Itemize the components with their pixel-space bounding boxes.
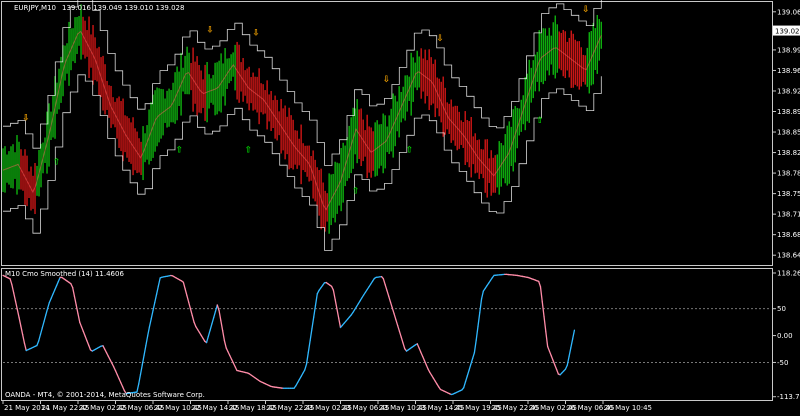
price-tick-label: 138.995 [777, 46, 800, 54]
price-tick-label: 138.925 [777, 87, 800, 95]
price-tick-label: 138.855 [777, 129, 800, 137]
indicator-pane-frame [2, 269, 773, 401]
indicator-title: M10 Cmo Smoothed (14) 11.4606 [5, 270, 124, 278]
sell-arrow-icon: ⇩ [252, 28, 260, 38]
indicator-tick-label: -113.7648 [777, 393, 800, 401]
indicator-tick-label: 118.2693 [777, 270, 800, 278]
price-tick-label: 138.960 [777, 67, 800, 75]
sell-arrow-icon: ⇩ [582, 5, 590, 15]
chart-canvas[interactable]: ⇩⇩⇩⇩⇩⇩⇩⇧⇧⇧⇧⇧⇧ 139.060139.028138.995138.9… [0, 0, 800, 412]
current-price-label: 139.028 [775, 28, 800, 36]
price-tick-label: 138.785 [777, 170, 800, 178]
price-tick-label: 138.715 [777, 211, 800, 219]
buy-arrow-icon: ⇧ [53, 157, 61, 167]
chart-window[interactable]: ⇩⇩⇩⇩⇩⇩⇩⇧⇧⇧⇧⇧⇧ 139.060139.028138.995138.9… [0, 0, 800, 412]
indicator-tick-label: 50 [777, 305, 786, 313]
sell-arrow-icon: ⇩ [206, 25, 214, 35]
buy-arrow-icon: ⇧ [245, 146, 253, 156]
price-tick-label: 138.890 [777, 108, 800, 116]
sell-arrow-icon: ⇩ [383, 75, 391, 85]
ohlc-readout: 139.016 139.049 139.010 139.028 [62, 4, 184, 12]
price-tick-label: 138.750 [777, 190, 800, 198]
buy-arrow-icon: ⇧ [536, 116, 544, 126]
buy-arrow-icon: ⇧ [406, 146, 414, 156]
indicator-tick-label: -50 [777, 359, 788, 367]
sell-arrow-icon: ⇩ [22, 113, 30, 123]
buy-arrow-icon: ⇧ [176, 146, 184, 156]
price-tick-label: 138.680 [777, 231, 800, 239]
indicator-tick-label: 0.00 [777, 332, 793, 340]
time-tick-label: 26 May 10:45 [604, 404, 652, 412]
price-tick-label: 138.645 [777, 252, 800, 260]
price-tick-label: 138.820 [777, 149, 800, 157]
symbol-label: EURJPY,M10 [14, 4, 56, 12]
sell-arrow-icon: ⇩ [436, 34, 444, 44]
copyright-text: OANDA - MT4, © 2001-2014, MetaQuotes Sof… [5, 391, 205, 399]
price-tick-label: 139.060 [777, 8, 800, 16]
buy-arrow-icon: ⇧ [352, 187, 360, 197]
